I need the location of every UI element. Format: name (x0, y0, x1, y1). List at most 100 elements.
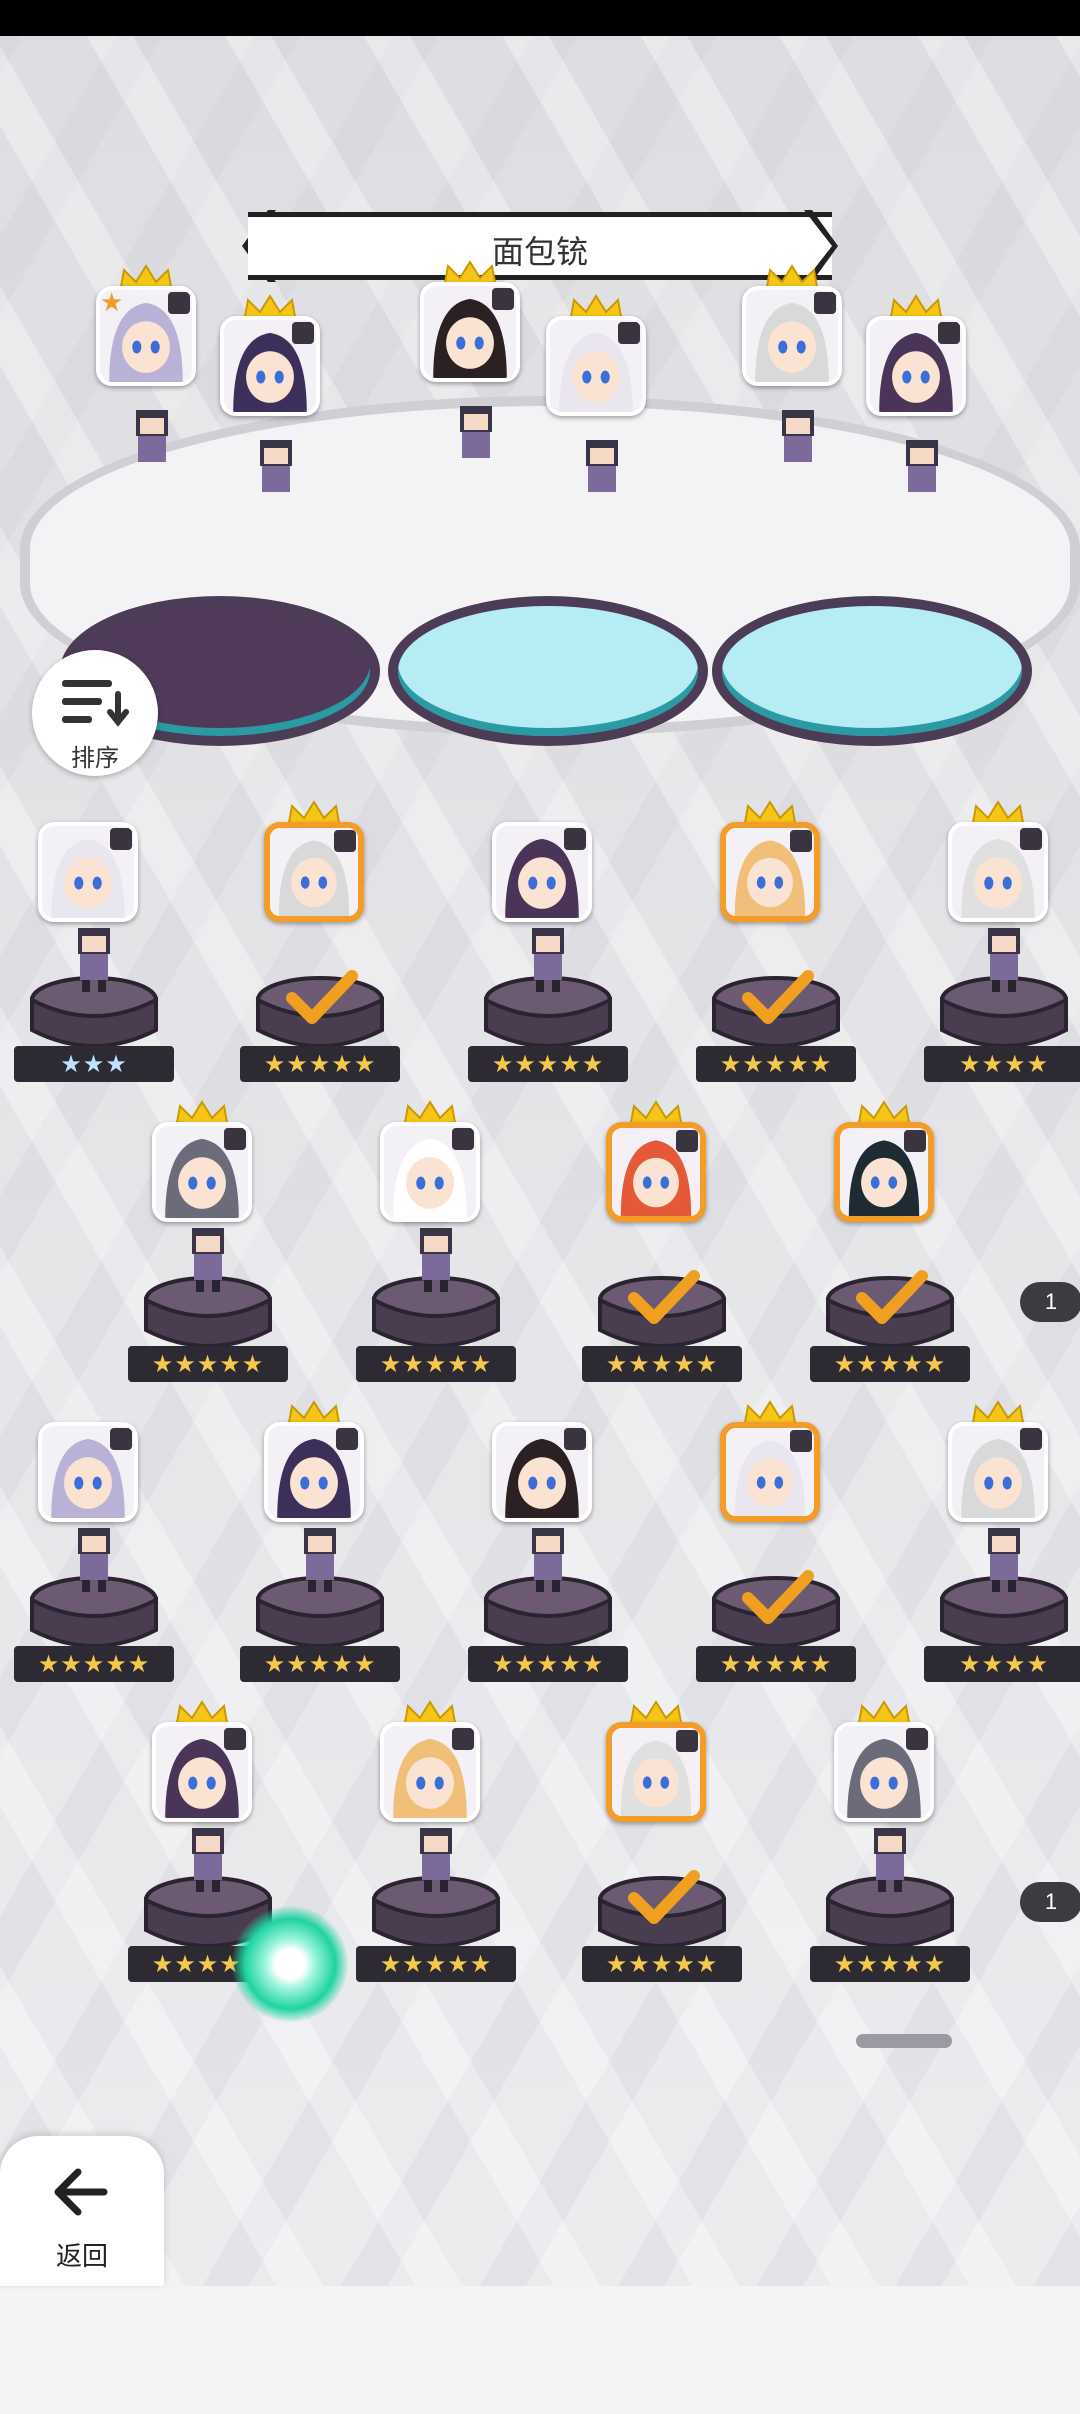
character-portrait[interactable] (606, 1122, 706, 1222)
character-card[interactable]: ★★★★★ (468, 800, 628, 1100)
element-badge-icon (224, 1728, 246, 1750)
character-card[interactable]: ★★★★★ (356, 1100, 516, 1400)
character-portrait[interactable] (38, 1422, 138, 1522)
character-card[interactable]: ★★★★★ (582, 1100, 742, 1400)
character-portrait[interactable] (420, 282, 520, 382)
element-badge-icon (336, 1428, 358, 1450)
star-rating: ★★★★★ (582, 1346, 742, 1382)
chibi-sprite-icon (782, 410, 814, 462)
bottom-bar (0, 2286, 1080, 2414)
element-badge-icon (452, 1128, 474, 1150)
character-portrait[interactable] (264, 822, 364, 922)
back-label: 返回 (55, 2241, 108, 2271)
chibi-sprite-icon (192, 1228, 224, 1292)
character-portrait[interactable] (380, 1122, 480, 1222)
character-card[interactable]: ★★★★★ (14, 1400, 174, 1700)
character-card[interactable]: ★★★★★ (240, 800, 400, 1100)
character-portrait[interactable] (742, 286, 842, 386)
team-member-card[interactable] (522, 294, 682, 594)
arrow-left-icon (54, 2168, 108, 2216)
element-badge-icon (564, 828, 586, 850)
sort-icon (62, 680, 129, 727)
character-portrait[interactable] (264, 1422, 364, 1522)
element-badge-icon (224, 1128, 246, 1150)
character-card[interactable]: ★★★★★ (696, 1400, 856, 1700)
chibi-sprite-icon (874, 1828, 906, 1892)
chibi-sprite-icon (532, 1528, 564, 1592)
character-portrait[interactable] (720, 1422, 820, 1522)
chibi-sprite-icon (586, 440, 618, 492)
element-badge-icon (334, 830, 356, 852)
chibi-sprite-icon (420, 1228, 452, 1292)
checkmark-icon (742, 1570, 814, 1624)
character-portrait[interactable] (720, 822, 820, 922)
element-badge-icon (492, 288, 514, 310)
character-portrait[interactable] (380, 1722, 480, 1822)
checkmark-icon (742, 970, 814, 1024)
character-card[interactable]: ★★★ (14, 800, 174, 1100)
character-card[interactable]: ★★★★★ (468, 1400, 628, 1700)
character-portrait[interactable] (220, 316, 320, 416)
character-portrait[interactable] (606, 1722, 706, 1822)
star-rating: ★★★★★ (696, 1046, 856, 1082)
character-portrait[interactable] (152, 1122, 252, 1222)
character-card[interactable]: ★★★★★ (582, 1700, 742, 2000)
character-card[interactable]: ★★★★★ (810, 1700, 970, 2000)
chibi-sprite-icon (304, 1528, 336, 1592)
chibi-sprite-icon (78, 928, 110, 992)
checkmark-icon (628, 1870, 700, 1924)
team-member-card[interactable] (842, 294, 1002, 594)
character-card[interactable]: ★★★★ (924, 1400, 1080, 1700)
chibi-sprite-icon (532, 928, 564, 992)
stage-pedestal-right (712, 596, 1032, 746)
chibi-sprite-icon (420, 1828, 452, 1892)
chibi-sprite-icon (260, 440, 292, 492)
chibi-sprite-icon (988, 928, 1020, 992)
scroll-indicator[interactable] (856, 2034, 952, 2048)
element-badge-icon (564, 1428, 586, 1450)
character-portrait[interactable] (834, 1722, 934, 1822)
touch-glow-effect (232, 1906, 348, 2022)
character-card[interactable]: ★★★★★ (240, 1400, 400, 1700)
star-rating: ★★★★ (924, 1646, 1080, 1682)
element-badge-icon (1020, 828, 1042, 850)
character-card[interactable]: ★★★★ (924, 800, 1080, 1100)
character-card[interactable]: ★★★★★ (810, 1100, 970, 1400)
star-rating: ★★★★★ (468, 1646, 628, 1682)
chibi-sprite-icon (78, 1528, 110, 1592)
count-badge: 1 (1020, 1882, 1080, 1922)
character-portrait[interactable] (492, 822, 592, 922)
status-bar (0, 0, 1080, 36)
element-badge-icon (676, 1130, 698, 1152)
element-badge-icon (452, 1728, 474, 1750)
checkmark-icon (628, 1270, 700, 1324)
character-portrait[interactable] (38, 822, 138, 922)
chibi-sprite-icon (192, 1828, 224, 1892)
star-rating: ★★★★★ (696, 1646, 856, 1682)
star-rating: ★★★★★ (240, 1646, 400, 1682)
sort-button[interactable]: 排序 (32, 650, 158, 776)
checkmark-icon (856, 1270, 928, 1324)
sort-label: 排序 (71, 745, 119, 772)
back-button[interactable]: 返回 (0, 2136, 164, 2286)
character-portrait[interactable] (948, 1422, 1048, 1522)
character-portrait[interactable] (834, 1122, 934, 1222)
character-card[interactable]: ★★★★★ (696, 800, 856, 1100)
character-portrait[interactable] (492, 1422, 592, 1522)
star-rating: ★★★★★ (14, 1646, 174, 1682)
character-portrait[interactable] (152, 1722, 252, 1822)
star-rating: ★★★★★ (810, 1946, 970, 1982)
character-portrait[interactable] (948, 822, 1048, 922)
star-rating: ★★★★★ (240, 1046, 400, 1082)
count-badge: 1 (1020, 1282, 1080, 1322)
character-portrait[interactable] (866, 316, 966, 416)
character-card[interactable]: ★★★★★ (128, 1100, 288, 1400)
team-member-card[interactable] (196, 294, 356, 594)
character-card[interactable]: ★★★★★ (356, 1700, 516, 2000)
element-badge-icon (790, 1430, 812, 1452)
element-badge-icon (110, 1428, 132, 1450)
star-rating: ★★★ (14, 1046, 174, 1082)
character-portrait[interactable] (546, 316, 646, 416)
star-rating: ★★★★★ (582, 1946, 742, 1982)
chibi-sprite-icon (136, 410, 168, 462)
